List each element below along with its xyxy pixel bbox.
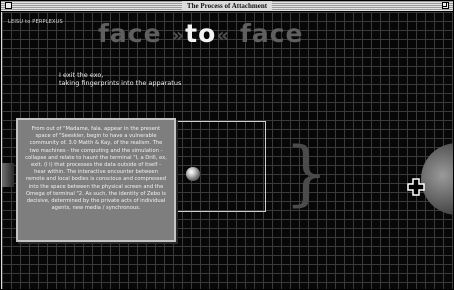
screen-frame [168,121,266,212]
headline-right-arrows: « [216,23,231,47]
application-window: The Process of Attachment LEISU to PERPL… [0,0,454,290]
headline-left-word: face [98,19,162,48]
caption: I exit the exo, taking fingerprints into… [59,71,181,87]
headline-right-word: face [239,19,304,48]
window-title: The Process of Attachment [181,1,273,11]
left-edge-graphic [2,163,14,187]
planet-icon [421,143,453,215]
zoom-box[interactable] [442,2,449,9]
headline-left-arrows: » [171,23,186,47]
info-panel: From out of "Madame, fala. appear in the… [16,118,176,242]
info-panel-text: From out of "Madame, fala. appear in the… [25,126,167,212]
plus-crosshair-icon[interactable] [407,178,425,196]
close-box[interactable] [5,2,12,9]
headline-center-word: to [185,19,217,48]
back-link[interactable]: LEISU to PERPLEXUS [8,19,63,25]
stage-canvas: LEISU to PERPLEXUS face »to« face I exit… [2,12,453,289]
brace-icon: } [284,132,329,214]
title-bar[interactable]: The Process of Attachment [1,1,453,12]
globe-icon[interactable] [186,167,200,181]
caption-line-2: taking fingerprints into the apparatus [59,79,182,87]
caption-line-1: I exit the exo, [59,71,104,79]
headline: face »to« face [98,20,303,49]
